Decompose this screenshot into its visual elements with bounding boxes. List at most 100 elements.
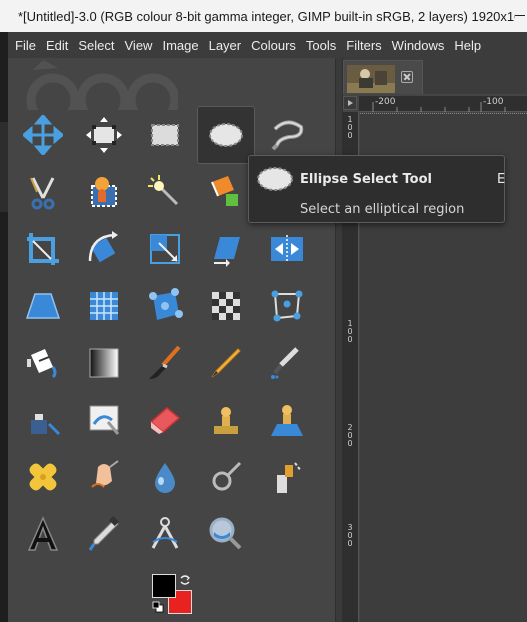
- zoom-tool-icon: [209, 517, 242, 550]
- ellipse-select-tool-button[interactable]: [197, 106, 255, 164]
- vruler-label-1: 100: [347, 115, 353, 140]
- select-by-color-tool-button[interactable]: [197, 163, 255, 221]
- 3d-transform-tool-button[interactable]: [75, 277, 133, 335]
- paint-select-tool-button[interactable]: [258, 448, 316, 506]
- fuzzy-select-tool-button[interactable]: [136, 163, 194, 221]
- rectangle-select-tool-icon: [151, 124, 179, 146]
- unified-transform-tool-button[interactable]: [75, 106, 133, 164]
- window-title: *[Untitled]-3.0 (RGB colour 8-bit gamma …: [18, 8, 527, 24]
- paintbrush-tool-icon: [149, 345, 181, 379]
- dodge-burn-tool-icon: [212, 461, 242, 491]
- flip-tool-button[interactable]: [258, 220, 316, 278]
- shear-tool-button[interactable]: [197, 220, 255, 278]
- perspective-tool-icon: [25, 293, 61, 319]
- bucket-fill-tool-button[interactable]: [14, 334, 72, 392]
- mypaint-brush-tool-button[interactable]: [75, 391, 133, 449]
- heal-tool-button[interactable]: [14, 448, 72, 506]
- text-tool-button[interactable]: [14, 505, 72, 563]
- ink-tool-icon: [31, 414, 61, 436]
- paintbrush-tool-button[interactable]: [136, 334, 194, 392]
- pencil-tool-icon: [211, 348, 241, 378]
- toolbox: [8, 58, 335, 622]
- menu-filters[interactable]: Filters: [341, 38, 386, 53]
- menu-edit[interactable]: Edit: [41, 38, 73, 53]
- mypaint-brush-tool-icon: [89, 405, 120, 435]
- eraser-tool-icon: [149, 407, 181, 434]
- foreground-select-tool-button[interactable]: [75, 163, 133, 221]
- menu-view[interactable]: View: [120, 38, 158, 53]
- menu-colours[interactable]: Colours: [246, 38, 301, 53]
- move-tool-icon: [23, 115, 63, 155]
- dodge-burn-tool-button[interactable]: [197, 448, 255, 506]
- menu-windows[interactable]: Windows: [387, 38, 450, 53]
- menu-layer[interactable]: Layer: [204, 38, 247, 53]
- rotate-tool-button[interactable]: [75, 220, 133, 278]
- smudge-tool-icon: [91, 460, 119, 488]
- image-thumbnail: [347, 65, 395, 93]
- airbrush-tool-icon: [271, 347, 299, 379]
- ellipse-select-icon: [257, 167, 293, 191]
- vruler-label-3: 200: [347, 423, 353, 448]
- tooltip-description: Select an elliptical region: [300, 202, 465, 217]
- zoom-tool-button[interactable]: [197, 505, 255, 563]
- quick-mask-toggle[interactable]: [343, 96, 357, 110]
- close-tab-icon[interactable]: [401, 71, 413, 83]
- eraser-tool-button[interactable]: [136, 391, 194, 449]
- title-bar: *[Untitled]-3.0 (RGB colour 8-bit gamma …: [0, 0, 527, 32]
- image-tab[interactable]: [343, 60, 423, 94]
- select-by-color-tool-icon: [211, 176, 238, 206]
- foreground-color-swatch[interactable]: [152, 574, 176, 598]
- move-tool-button[interactable]: [14, 106, 72, 164]
- menu-help[interactable]: Help: [449, 38, 486, 53]
- menu-tools[interactable]: Tools: [301, 38, 341, 53]
- smudge-tool-button[interactable]: [75, 448, 133, 506]
- cage-transform-tool-button[interactable]: [197, 277, 255, 335]
- scale-tool-button[interactable]: [136, 220, 194, 278]
- color-picker-tool-icon: [88, 516, 119, 551]
- wilber-watermark-icon: [26, 60, 178, 110]
- swap-colors-icon[interactable]: [179, 574, 191, 586]
- ruler-label-minus-100: -100: [483, 97, 504, 107]
- fuzzy-select-tool-icon: [148, 175, 179, 206]
- pane-separator[interactable]: [335, 58, 343, 622]
- paint-select-tool-icon: [277, 462, 302, 493]
- minimize-button[interactable]: [515, 0, 527, 32]
- scissors-select-tool-icon: [30, 177, 55, 210]
- menu-select[interactable]: Select: [73, 38, 119, 53]
- menubar: File Edit Select View Image Layer Colour…: [8, 32, 527, 58]
- menu-file[interactable]: File: [8, 38, 41, 53]
- flip-tool-icon: [271, 235, 303, 263]
- rectangle-select-tool-button[interactable]: [136, 106, 194, 164]
- horizontal-ruler[interactable]: -200 -100: [359, 96, 527, 112]
- measure-tool-icon: [151, 517, 179, 549]
- pencil-tool-button[interactable]: [197, 334, 255, 392]
- perspective-clone-tool-button[interactable]: [258, 391, 316, 449]
- handle-transform-tool-button[interactable]: [136, 277, 194, 335]
- measure-tool-button[interactable]: [136, 505, 194, 563]
- free-select-tool-icon: [271, 120, 304, 151]
- menu-image[interactable]: Image: [157, 38, 203, 53]
- 3d-transform-tool-icon: [90, 292, 118, 320]
- airbrush-tool-button[interactable]: [258, 334, 316, 392]
- perspective-clone-tool-icon: [271, 405, 303, 436]
- color-picker-tool-button[interactable]: [75, 505, 133, 563]
- crop-tool-button[interactable]: [14, 220, 72, 278]
- unified-transform-tool-icon: [86, 117, 122, 153]
- fg-bg-colors[interactable]: [152, 574, 198, 620]
- ink-tool-button[interactable]: [14, 391, 72, 449]
- blur-sharpen-tool-icon: [155, 463, 175, 493]
- blur-sharpen-tool-button[interactable]: [136, 448, 194, 506]
- reset-colors-icon[interactable]: [152, 601, 164, 613]
- scale-tool-icon: [150, 234, 180, 264]
- gradient-tool-button[interactable]: [75, 334, 133, 392]
- perspective-tool-button[interactable]: [14, 277, 72, 335]
- text-tool-icon: [27, 516, 59, 551]
- canvas-boundary: [360, 113, 527, 114]
- tooltip-shortcut: E: [497, 172, 506, 187]
- scissors-select-tool-button[interactable]: [14, 163, 72, 221]
- warp-transform-tool-icon: [271, 290, 303, 322]
- warp-transform-tool-button[interactable]: [258, 277, 316, 335]
- clone-tool-button[interactable]: [197, 391, 255, 449]
- heal-tool-icon: [29, 463, 57, 491]
- foreground-select-tool-icon: [91, 177, 117, 207]
